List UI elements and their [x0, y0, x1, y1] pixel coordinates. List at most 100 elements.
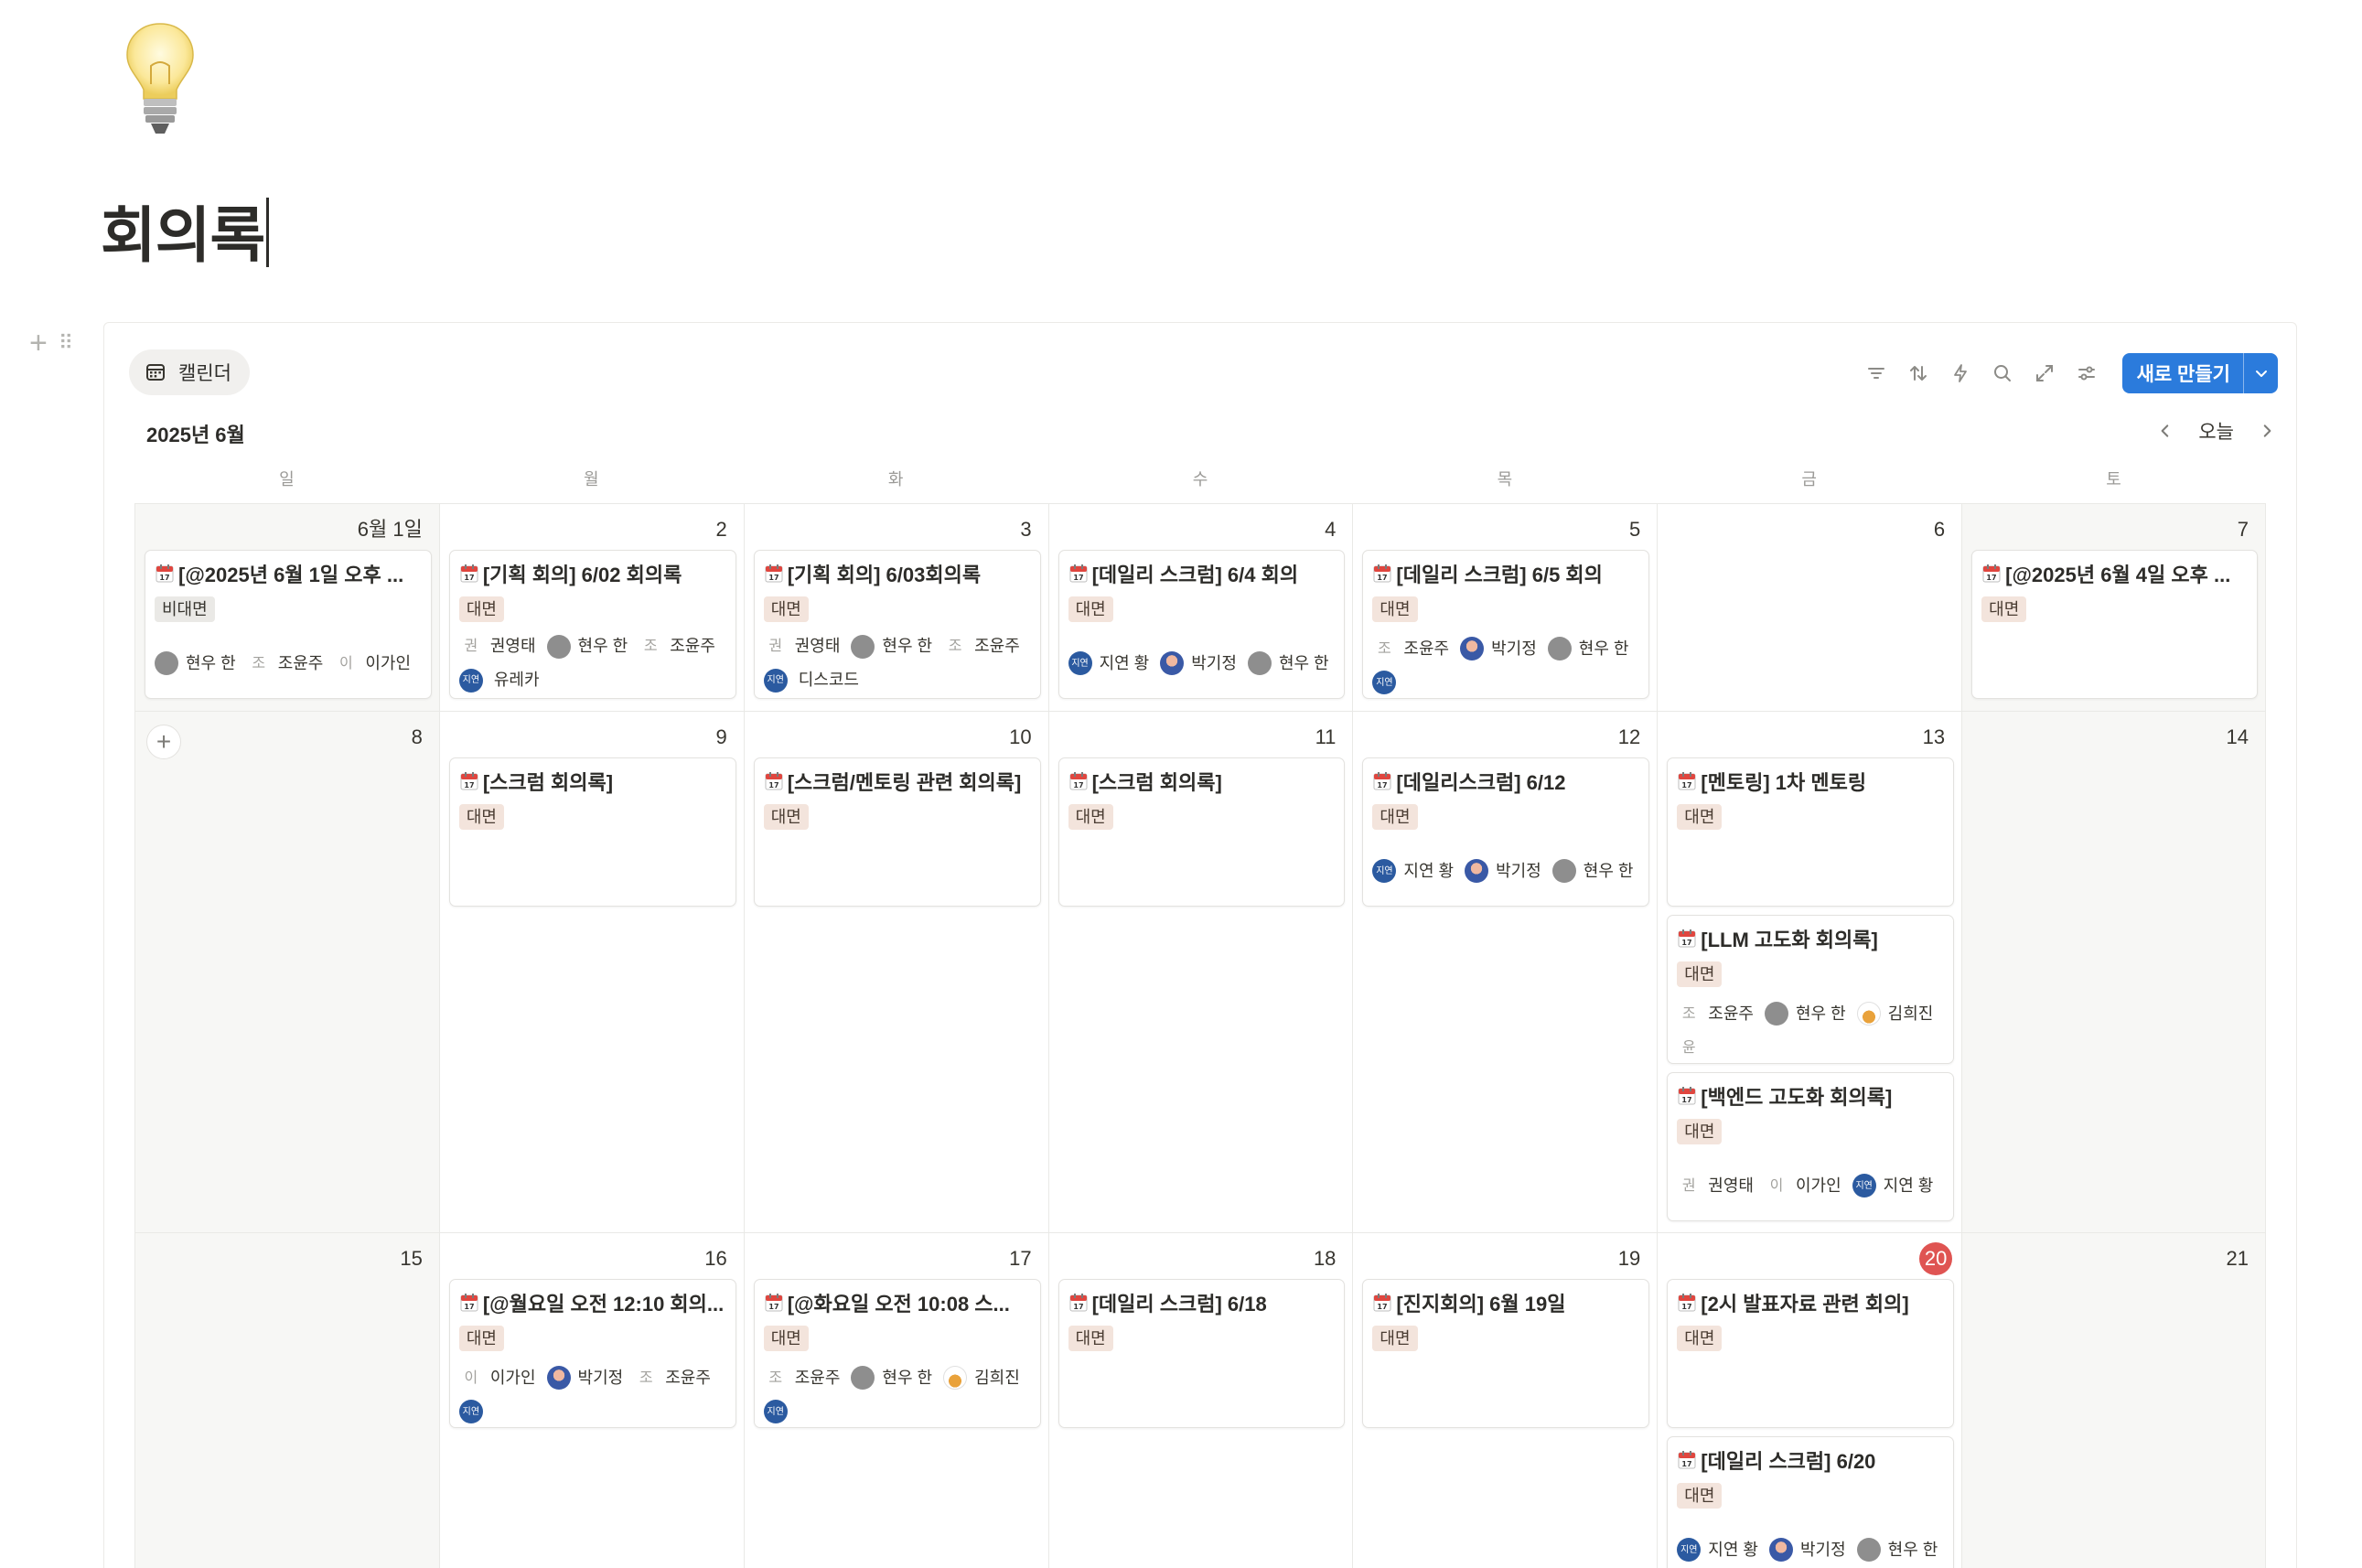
- svg-text:17: 17: [1073, 781, 1083, 789]
- calendar-day[interactable]: 2 17 [기획 회의] 6/02 회의록 대면 권 권영태 현우 한 조 조윤주 지연 유레카: [438, 504, 744, 711]
- attendee: 권 권영태: [764, 629, 840, 663]
- event-card[interactable]: 17 [2시 발표자료 관련 회의] 대면: [1667, 1279, 1955, 1428]
- block-handle[interactable]: + ⠿: [29, 328, 84, 359]
- meeting-type-tag: 대면: [458, 596, 504, 622]
- event-card[interactable]: 17 [멘토링] 1차 멘토링 대면: [1667, 757, 1955, 907]
- calendar-day[interactable]: 18 17 [데일리 스크럼] 6/18 대면: [1047, 1233, 1353, 1568]
- event-card[interactable]: 17 [@화요일 오전 10:08 스... 대면 조 조윤주 현우 한 김희진 지연: [753, 1279, 1041, 1428]
- drag-handle-icon[interactable]: ⠿: [59, 329, 73, 357]
- calendar-day[interactable]: 19 17 [진지회의] 6월 19일 대면: [1352, 1233, 1657, 1568]
- prev-month-button[interactable]: [2153, 418, 2178, 444]
- calendar-day[interactable]: +8: [134, 712, 439, 1232]
- event-card[interactable]: 17 [기획 회의] 6/02 회의록 대면 권 권영태 현우 한 조 조윤주 지연 유레카: [448, 550, 736, 699]
- attendee-name: 박기정: [1191, 653, 1237, 672]
- day-number: 13: [1667, 717, 1954, 757]
- add-block-icon[interactable]: +: [29, 328, 48, 359]
- attendee: 현우 한: [1551, 854, 1634, 888]
- weekday-label: 목: [1497, 470, 1513, 489]
- new-button-dropdown[interactable]: [2243, 353, 2278, 393]
- attendee: 이 이가인: [1765, 1169, 1841, 1203]
- event-card[interactable]: 17 [스크럼 회의록] 대면: [1058, 757, 1346, 907]
- event-card[interactable]: 17 [백엔드 고도화 회의록] 대면 권 권영태 이 이가인 지연 지연 황: [1667, 1072, 1955, 1221]
- search-icon[interactable]: [1991, 361, 2014, 385]
- attendee: 현우 한: [1764, 997, 1846, 1031]
- calendar-day[interactable]: 3 17 [기획 회의] 6/03회의록 대면 권 권영태 현우 한 조 조윤주 지연 디스코드: [743, 504, 1048, 711]
- calendar-day[interactable]: 16 17 [@월요일 오전 12:10 회의... 대면 이 이가인 박기정 조 조윤주 지연: [438, 1233, 744, 1568]
- filter-icon[interactable]: [1864, 361, 1888, 385]
- calendar-day[interactable]: 21: [1961, 1233, 2266, 1568]
- calendar-emoji-icon: 17: [764, 1293, 784, 1313]
- page-title[interactable]: 회의록: [101, 194, 270, 276]
- event-card[interactable]: 17 [진지회의] 6월 19일 대면: [1362, 1279, 1650, 1428]
- day-number-text: 8: [411, 725, 423, 748]
- attendee-name: 현우 한: [1583, 861, 1634, 880]
- calendar-day[interactable]: 6월 1일 17 [@2025년 6월 1일 오후 ... 비대면 현우 한 조 조윤주 이 이…: [134, 504, 439, 711]
- event-tag-row: 대면: [1677, 1474, 1944, 1509]
- event-title-text: [데일리 스크럼] 6/18: [1091, 1293, 1267, 1316]
- event-card[interactable]: 17 [데일리스크럼] 6/12 대면 지연 지연 황 박기정 현우 한: [1362, 757, 1650, 907]
- event-card[interactable]: 17 [데일리 스크럼] 6/18 대면: [1058, 1279, 1346, 1428]
- calendar-day[interactable]: 17 17 [@화요일 오전 10:08 스... 대면 조 조윤주 현우 한 김희진 지연: [743, 1233, 1048, 1568]
- lightbulb-icon[interactable]: [123, 20, 197, 139]
- calendar-emoji-icon: 17: [1372, 771, 1392, 791]
- calendar-grid: 일 월 화 수 목 금 토 6월 1일 17 [@2025년 6월 1일 오후 ..…: [134, 461, 2266, 1568]
- attendee-name: 조윤주: [974, 637, 1020, 655]
- event-card[interactable]: 17 [LLM 고도화 회의록] 대면 조 조윤주 현우 한 김희진 윤: [1667, 915, 1955, 1064]
- attendee-name: 조윤주: [1403, 639, 1450, 658]
- day-number-text: 10: [1009, 725, 1032, 748]
- new-button[interactable]: 새로 만들기: [2121, 353, 2278, 393]
- avatar: 조: [1378, 640, 1391, 657]
- event-card[interactable]: 17 [스크럼/멘토링 관련 회의록] 대면: [753, 757, 1041, 907]
- event-card[interactable]: 17 [기획 회의] 6/03회의록 대면 권 권영태 현우 한 조 조윤주 지연 디스코드: [753, 550, 1041, 699]
- event-card[interactable]: 17 [데일리 스크럼] 6/4 회의 대면 지연 지연 황 박기정 현우 한: [1058, 550, 1346, 699]
- calendar-day[interactable]: 13 17 [멘토링] 1차 멘토링 대면 17 [LLM 고도화 회의록] 대면 조 조윤주 현…: [1657, 712, 1961, 1232]
- calendar-day[interactable]: 15: [134, 1233, 439, 1568]
- attendee: 지연 지연 황: [1068, 647, 1149, 681]
- event-card[interactable]: 17 [@2025년 6월 1일 오후 ... 비대면 현우 한 조 조윤주 이 이가인: [145, 550, 432, 699]
- event-card[interactable]: 17 [데일리 스크럼] 6/5 회의 대면 조 조윤주 박기정 현우 한 지연: [1362, 550, 1650, 699]
- settings-sliders-icon[interactable]: [2075, 361, 2099, 385]
- day-number: 11: [1058, 717, 1346, 757]
- event-tag-row: 대면: [1372, 587, 1639, 622]
- event-card[interactable]: 17 [스크럼 회의록] 대면: [448, 757, 736, 907]
- calendar-day[interactable]: 11 17 [스크럼 회의록] 대면: [1047, 712, 1353, 1232]
- calendar-day[interactable]: 10 17 [스크럼/멘토링 관련 회의록] 대면: [743, 712, 1048, 1232]
- avatar: [1160, 651, 1185, 675]
- event-card[interactable]: 17 [데일리 스크럼] 6/20 대면 지연 지연 황 박기정 현우 한: [1667, 1436, 1955, 1568]
- sort-icon[interactable]: [1906, 361, 1930, 385]
- calendar-day[interactable]: 4 17 [데일리 스크럼] 6/4 회의 대면 지연 지연 황 박기정 현우 한: [1047, 504, 1353, 711]
- day-number-text: 6: [1933, 518, 1946, 541]
- attendee: 현우 한: [546, 629, 628, 663]
- day-number-text: 14: [2226, 725, 2249, 748]
- automation-icon[interactable]: [1949, 361, 1972, 385]
- today-button[interactable]: 오늘: [2198, 417, 2234, 445]
- next-month-button[interactable]: [2254, 418, 2280, 444]
- calendar-day[interactable]: 12 17 [데일리스크럼] 6/12 대면 지연 지연 황 박기정 현우 한: [1352, 712, 1657, 1232]
- avatar: 지연: [1852, 1174, 1876, 1197]
- add-event-button[interactable]: +: [146, 725, 181, 759]
- new-button-label[interactable]: 새로 만들기: [2122, 353, 2243, 393]
- calendar-day[interactable]: 5 17 [데일리 스크럼] 6/5 회의 대면 조 조윤주 박기정 현우 한 지연: [1352, 504, 1657, 711]
- event-card[interactable]: 17 [@월요일 오전 12:10 회의... 대면 이 이가인 박기정 조 조윤주 지연: [448, 1279, 736, 1428]
- expand-icon[interactable]: [2033, 361, 2056, 385]
- meeting-type-tag: 대면: [458, 1326, 504, 1351]
- attendee-name: 현우 한: [1278, 653, 1329, 672]
- calendar-day[interactable]: 20 17 [2시 발표자료 관련 회의] 대면 17 [데일리 스크럼] 6/20 대면 지…: [1657, 1233, 1961, 1568]
- attendee-list: 지연 지연 황 박기정 현우 한: [1372, 837, 1639, 905]
- attendee: 조 조윤주: [1677, 997, 1754, 1031]
- avatar: 지연: [763, 1400, 788, 1424]
- day-number-text: 18: [1313, 1247, 1337, 1270]
- event-title: 17 [@2025년 6월 1일 오후 ...: [155, 560, 422, 587]
- calendar-day[interactable]: 14: [1961, 712, 2266, 1232]
- event-card[interactable]: 17 [@2025년 6월 4일 오후 ... 대면: [1971, 550, 2258, 699]
- meeting-type-tag: 대면: [763, 596, 809, 622]
- calendar-day[interactable]: 7 17 [@2025년 6월 4일 오후 ... 대면: [1961, 504, 2266, 711]
- view-tab-calendar[interactable]: 캘린더: [129, 349, 250, 395]
- attendee: 박기정: [546, 1361, 623, 1395]
- day-number-text: 7: [2237, 518, 2249, 541]
- event-title: 17 [기획 회의] 6/03회의록: [764, 560, 1031, 587]
- calendar-day[interactable]: 6: [1657, 504, 1961, 711]
- calendar-day[interactable]: 9 17 [스크럼 회의록] 대면: [438, 712, 744, 1232]
- calendar-emoji-icon: 17: [1677, 929, 1697, 949]
- meeting-type-tag: 대면: [1068, 804, 1113, 830]
